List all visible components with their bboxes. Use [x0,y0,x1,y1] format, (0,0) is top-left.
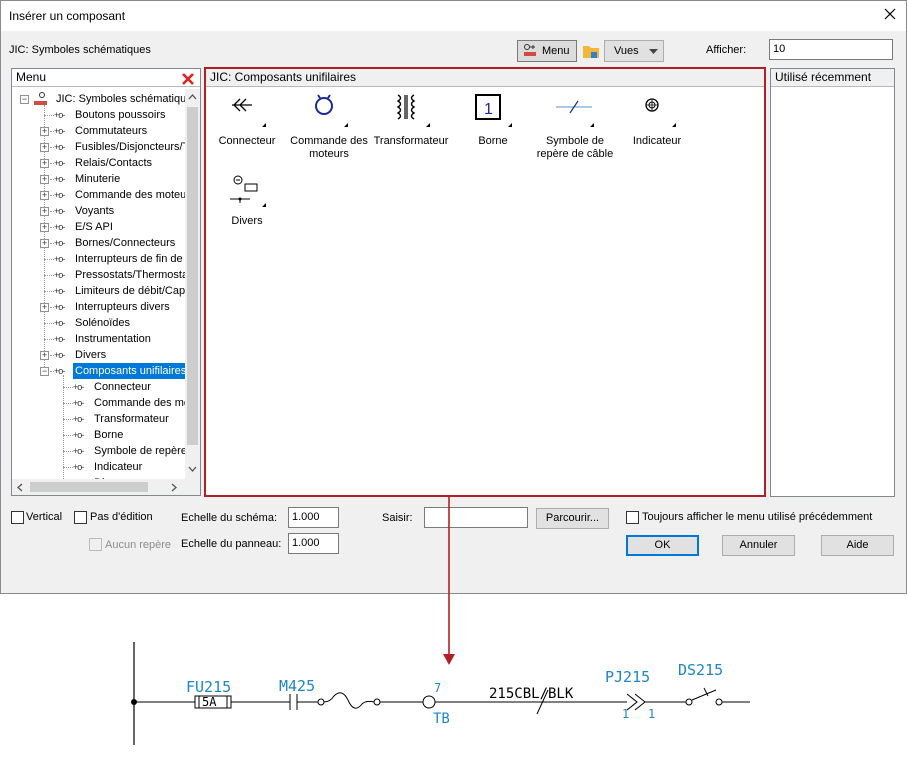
schematic-drawing: 5A FU215 M425 7 TB 215CBL/BLK PJ215 1 1 … [131,496,750,745]
cable-marker-symbol: 215CBL/BLK [489,686,574,715]
callout-arrow [443,496,455,665]
connector-symbol: PJ215 1 1 [605,668,655,721]
fuse-symbol: 5A FU215 [186,678,232,709]
connector-right-pin: 1 [648,707,655,721]
connector-left-pin: 1 [622,707,629,721]
terminal-number: 7 [434,681,441,695]
terminal-symbol: 7 TB [422,681,450,727]
cable-label: 215CBL/BLK [489,686,574,702]
terminal-tag: TB [433,711,450,727]
fuse-rating: 5A [202,695,217,709]
switch-tag: DS215 [678,661,723,679]
disconnect-switch-symbol: DS215 [678,661,750,706]
motor-tag: M425 [279,677,315,695]
connector-tag: PJ215 [605,668,650,686]
fuse-tag: FU215 [186,678,231,696]
motor-contact-symbol: M425 [279,677,381,710]
